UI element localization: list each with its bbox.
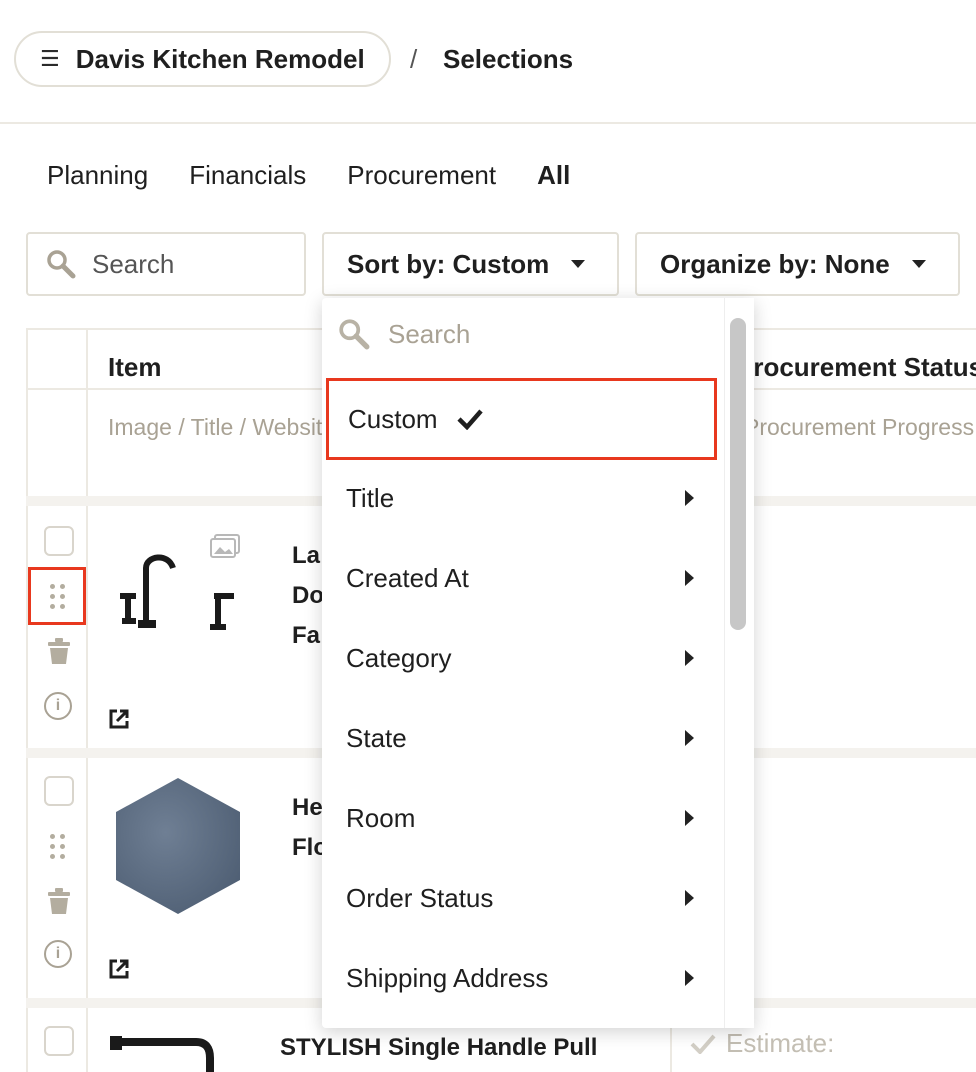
chevron-right-icon [685,810,694,826]
organize-by-button[interactable]: Organize by: None [635,232,960,296]
sort-option-created-at[interactable]: Created At [322,538,724,618]
row-title-line: STYLISH Single Handle Pull [280,1034,598,1061]
project-name: Davis Kitchen Remodel [75,43,365,74]
sort-option-custom[interactable]: Custom [326,378,717,460]
sort-option-label: Category [346,642,452,673]
caret-down-icon [571,260,586,268]
top-bar: ☰ Davis Kitchen Remodel / Selections [0,0,976,124]
sort-option-shipping-address[interactable]: Shipping Address [322,938,724,1018]
tab-all[interactable]: All [537,160,570,191]
external-link-icon[interactable] [108,708,130,730]
breadcrumb-current: Selections [443,44,574,74]
dropdown-search-input[interactable]: Search [338,318,470,350]
breadcrumb-separator: / [410,44,418,74]
status-text: Estimate: [726,1028,835,1058]
row-checkbox[interactable] [44,1026,74,1056]
sort-option-label: Shipping Address [346,962,549,993]
sort-option-label: Order Status [346,882,494,913]
dropdown-scrollbar-thumb[interactable] [730,318,746,630]
search-icon [47,250,76,279]
row-title-line: La [292,542,321,569]
search-icon [339,319,370,350]
column-header-item[interactable]: Item [108,352,161,383]
faucet-image[interactable] [118,554,238,634]
sort-by-button[interactable]: Sort by: Custom [322,232,619,296]
trash-icon[interactable] [48,888,70,914]
column-subheader-item: Image / Title / Website [108,414,336,440]
sort-by-label: Sort by: Custom [347,248,550,279]
sort-option-title[interactable]: Title [322,458,724,538]
sort-option-label: Room [346,802,416,833]
menu-icon: ☰ [40,46,60,71]
sort-dropdown-menu: Search Custom Title Created At Category … [322,298,754,1028]
tab-planning[interactable]: Planning [47,160,148,191]
column-divider [86,328,88,1072]
row-checkbox[interactable] [44,526,74,556]
info-icon[interactable]: i [44,940,72,968]
checkmark-icon [690,1034,716,1054]
table-left-border [26,328,28,1072]
sort-option-state[interactable]: State [322,698,724,778]
dropdown-search-placeholder: Search [388,318,471,349]
organize-by-label: Organize by: None [660,248,890,279]
external-link-icon[interactable] [108,958,130,980]
view-tabs: Planning Financials Procurement All [47,160,570,191]
tile-image[interactable] [110,778,246,914]
row-title-line: Fa [292,622,321,649]
chevron-right-icon [685,570,694,586]
row-title[interactable]: La Do Fa [292,536,324,656]
sort-option-room[interactable]: Room [322,778,724,858]
column-subheader-status: Procurement Progress [744,414,975,440]
info-icon[interactable]: i [44,692,72,720]
drag-handle-icon[interactable] [50,834,66,862]
row-title-line: Do [292,582,324,609]
status-estimate: Estimate: [690,1028,834,1059]
chevron-right-icon [685,730,694,746]
chevron-right-icon [685,490,694,506]
sort-option-category[interactable]: Category [322,618,724,698]
chevron-right-icon [685,970,694,986]
tab-financials[interactable]: Financials [189,160,306,191]
trash-icon[interactable] [48,638,70,664]
sort-option-label: State [346,722,407,753]
pull-faucet-image[interactable] [110,1028,220,1072]
column-header-status[interactable]: Procurement Status [736,352,976,383]
gallery-icon[interactable] [210,534,240,558]
search-placeholder: Search [92,248,175,279]
chevron-right-icon [685,650,694,666]
search-input[interactable]: Search [26,232,306,296]
sort-option-order-status[interactable]: Order Status [322,858,724,938]
project-menu-button[interactable]: ☰ Davis Kitchen Remodel [14,31,391,87]
chevron-right-icon [685,890,694,906]
caret-down-icon [911,260,926,268]
row-checkbox[interactable] [44,776,74,806]
checkmark-icon [456,409,483,430]
row-title[interactable]: STYLISH Single Handle Pull [280,1028,597,1068]
drag-handle-icon[interactable] [50,584,66,612]
sort-option-label: Custom [348,403,438,434]
sort-option-label: Created At [346,562,469,593]
tab-procurement[interactable]: Procurement [347,160,496,191]
sort-option-label: Title [346,482,395,513]
